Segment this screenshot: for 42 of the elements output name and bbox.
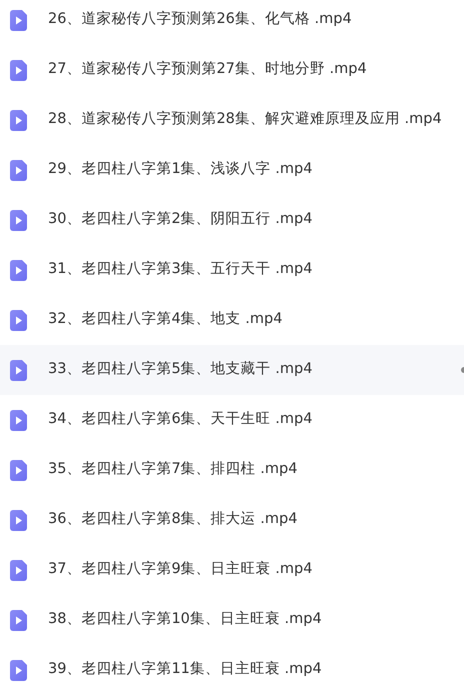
file-name: 29、老四柱八字第1集、浅谈八字 .mp4 [48, 160, 312, 180]
file-name: 30、老四柱八字第2集、阴阳五行 .mp4 [48, 210, 312, 230]
file-row[interactable]: 32、老四柱八字第4集、地支 .mp4 [0, 295, 464, 345]
file-row[interactable]: 31、老四柱八字第3集、五行天干 .mp4 [0, 245, 464, 295]
video-file-icon [10, 310, 27, 330]
file-row[interactable]: 39、老四柱八字第11集、日主旺衰 .mp4 [0, 645, 464, 692]
file-row[interactable]: 34、老四柱八字第6集、天干生旺 .mp4 [0, 395, 464, 445]
file-name: 32、老四柱八字第4集、地支 .mp4 [48, 310, 282, 330]
file-row[interactable]: 38、老四柱八字第10集、日主旺衰 .mp4 [0, 595, 464, 645]
video-file-icon [10, 110, 27, 130]
file-row[interactable]: 30、老四柱八字第2集、阴阳五行 .mp4 [0, 195, 464, 245]
video-file-icon [10, 60, 27, 80]
file-name: 27、道家秘传八字预测第27集、时地分野 .mp4 [48, 60, 367, 80]
video-file-icon [10, 460, 27, 480]
file-row[interactable]: 26、道家秘传八字预测第26集、化气格 .mp4 [0, 0, 464, 45]
file-row[interactable]: 33、老四柱八字第5集、地支藏干 .mp4 [0, 345, 464, 395]
file-row[interactable]: 28、道家秘传八字预测第28集、解灾避难原理及应用 .mp4 [0, 95, 464, 145]
file-name: 34、老四柱八字第6集、天干生旺 .mp4 [48, 410, 312, 430]
video-file-icon [10, 260, 27, 280]
file-name: 36、老四柱八字第8集、排大运 .mp4 [48, 510, 298, 530]
video-file-icon [10, 510, 27, 530]
file-name: 39、老四柱八字第11集、日主旺衰 .mp4 [48, 660, 322, 680]
file-name: 31、老四柱八字第3集、五行天干 .mp4 [48, 260, 312, 280]
video-file-icon [10, 210, 27, 230]
video-file-icon [10, 660, 27, 680]
file-name: 38、老四柱八字第10集、日主旺衰 .mp4 [48, 610, 322, 630]
file-name: 28、道家秘传八字预测第28集、解灾避难原理及应用 .mp4 [48, 110, 442, 130]
file-name: 37、老四柱八字第9集、日主旺衰 .mp4 [48, 560, 312, 580]
file-row[interactable]: 35、老四柱八字第7集、排四柱 .mp4 [0, 445, 464, 495]
file-row[interactable]: 36、老四柱八字第8集、排大运 .mp4 [0, 495, 464, 545]
file-row[interactable]: 37、老四柱八字第9集、日主旺衰 .mp4 [0, 545, 464, 595]
file-row[interactable]: 29、老四柱八字第1集、浅谈八字 .mp4 [0, 145, 464, 195]
video-file-icon [10, 360, 27, 380]
file-name: 26、道家秘传八字预测第26集、化气格 .mp4 [48, 10, 352, 30]
file-row[interactable]: 27、道家秘传八字预测第27集、时地分野 .mp4 [0, 45, 464, 95]
video-file-icon [10, 10, 27, 30]
video-file-icon [10, 560, 27, 580]
video-file-icon [10, 410, 27, 430]
video-file-icon [10, 160, 27, 180]
file-name: 35、老四柱八字第7集、排四柱 .mp4 [48, 460, 298, 480]
video-file-icon [10, 610, 27, 630]
file-name: 33、老四柱八字第5集、地支藏干 .mp4 [48, 360, 312, 380]
